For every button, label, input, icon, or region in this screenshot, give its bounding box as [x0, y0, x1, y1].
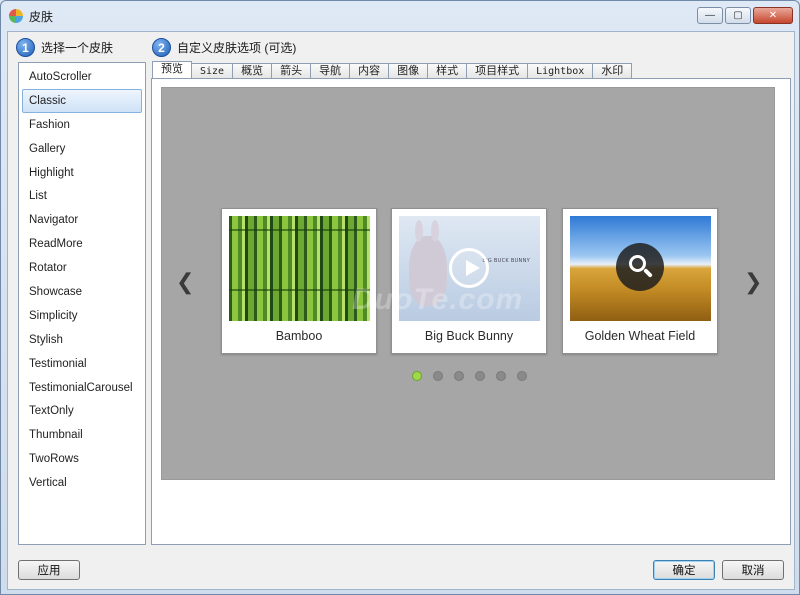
next-arrow-icon[interactable]: ❯: [744, 270, 762, 295]
item-caption: Bamboo: [275, 329, 323, 343]
step-1-label: 选择一个皮肤: [41, 41, 114, 55]
maximize-button[interactable]: ▢: [725, 7, 751, 24]
tab-item[interactable]: 图像: [388, 63, 429, 79]
tab-item[interactable]: Size: [191, 63, 234, 79]
zoom-icon[interactable]: [616, 243, 664, 291]
skin-list-item[interactable]: List: [22, 184, 142, 208]
tab-item[interactable]: 箭头: [271, 63, 312, 79]
skin-list-item[interactable]: Vertical: [22, 471, 142, 495]
carousel-item[interactable]: BIG BUCK BUNNY Big Buck Bunny: [391, 208, 547, 354]
skin-list-item[interactable]: Showcase: [22, 280, 142, 304]
skin-dialog: 皮肤 — ▢ ✕ 1 选择一个皮肤 2 自定义皮肤选项 (可选) AutoScr…: [0, 0, 800, 595]
minimize-icon: —: [705, 10, 715, 21]
skin-list-item[interactable]: TwoRows: [22, 447, 142, 471]
apply-button[interactable]: 应用: [18, 560, 80, 580]
pagination-dot[interactable]: [454, 371, 464, 381]
skin-list-item[interactable]: Highlight: [22, 161, 142, 185]
tab-item[interactable]: 项目样式: [466, 63, 529, 79]
tab-item[interactable]: Lightbox: [527, 63, 594, 79]
pagination-dot[interactable]: [496, 371, 506, 381]
skin-list-item[interactable]: Classic: [22, 88, 142, 113]
bunny-ear: [431, 220, 439, 242]
carousel-item[interactable]: Bamboo: [221, 208, 377, 354]
title-bar: 皮肤 — ▢ ✕: [1, 1, 799, 31]
skin-list-item[interactable]: Rotator: [22, 256, 142, 280]
step-2-badge: 2: [152, 38, 171, 57]
skin-list-item[interactable]: Stylish: [22, 328, 142, 352]
slider-preview-stage: ❮ ❯ Bamboo BIG BUCK BUNNY Big Buck Bunny: [161, 87, 775, 480]
preview-panel: ❮ ❯ Bamboo BIG BUCK BUNNY Big Buck Bunny: [151, 78, 791, 545]
skin-list-item[interactable]: Thumbnail: [22, 423, 142, 447]
bamboo-thumbnail: [229, 216, 370, 321]
skin-list-item[interactable]: TestimonialCarousel: [22, 376, 142, 400]
step-2-label: 自定义皮肤选项 (可选): [177, 41, 297, 55]
tab-item[interactable]: 水印: [592, 63, 633, 79]
window-controls: — ▢ ✕: [697, 7, 793, 24]
magnifier-handle: [643, 268, 653, 278]
window-title: 皮肤: [29, 9, 54, 24]
tab-item[interactable]: 内容: [349, 63, 390, 79]
tab-item[interactable]: 概览: [232, 63, 273, 79]
tab-item[interactable]: 导航: [310, 63, 351, 79]
play-icon[interactable]: [449, 248, 489, 288]
ok-button[interactable]: 确定: [653, 560, 715, 580]
tab-item[interactable]: 样式: [427, 63, 468, 79]
prev-arrow-icon[interactable]: ❮: [176, 270, 194, 295]
skin-list-item[interactable]: AutoScroller: [22, 65, 142, 89]
skin-list[interactable]: AutoScroller Classic Fashion Gallery Highlig…: [18, 62, 146, 545]
thumbnail-title-text: BIG BUCK BUNNY: [482, 258, 530, 264]
minimize-button[interactable]: —: [697, 7, 723, 24]
maximize-icon: ▢: [733, 10, 743, 21]
close-icon: ✕: [768, 10, 778, 21]
pagination-dots: [412, 371, 527, 381]
pagination-dot[interactable]: [412, 371, 422, 381]
skin-list-item[interactable]: Gallery: [22, 137, 142, 161]
step-2-header: 2 自定义皮肤选项 (可选): [152, 38, 296, 57]
tab-item[interactable]: 预览: [152, 61, 192, 79]
app-icon: [9, 9, 23, 23]
item-caption: Golden Wheat Field: [584, 329, 696, 343]
close-button[interactable]: ✕: [753, 7, 793, 24]
item-caption: Big Buck Bunny: [424, 329, 514, 343]
bunny-ear: [415, 220, 423, 242]
dialog-body: 1 选择一个皮肤 2 自定义皮肤选项 (可选) AutoScroller Clas…: [7, 31, 795, 590]
skin-list-item[interactable]: Fashion: [22, 113, 142, 137]
skin-list-item[interactable]: TextOnly: [22, 399, 142, 423]
pagination-dot[interactable]: [433, 371, 443, 381]
skin-list-item[interactable]: Testimonial: [22, 352, 142, 376]
skin-list-item[interactable]: ReadMore: [22, 232, 142, 256]
skin-list-item[interactable]: Simplicity: [22, 304, 142, 328]
cancel-button[interactable]: 取消: [722, 560, 784, 580]
step-1-badge: 1: [16, 38, 35, 57]
skin-list-item[interactable]: Navigator: [22, 208, 142, 232]
options-tabs: 预览 Size 概览 箭头 导航 内容 图像 样式 项目样式 Lightbox 水印: [152, 61, 633, 79]
step-1-header: 1 选择一个皮肤: [16, 38, 113, 57]
carousel-item[interactable]: Golden Wheat Field: [562, 208, 718, 354]
wheat-field-thumbnail: [570, 216, 711, 321]
watermark-text: DuoTe.com: [352, 283, 524, 316]
pagination-dot[interactable]: [475, 371, 485, 381]
pagination-dot[interactable]: [517, 371, 527, 381]
